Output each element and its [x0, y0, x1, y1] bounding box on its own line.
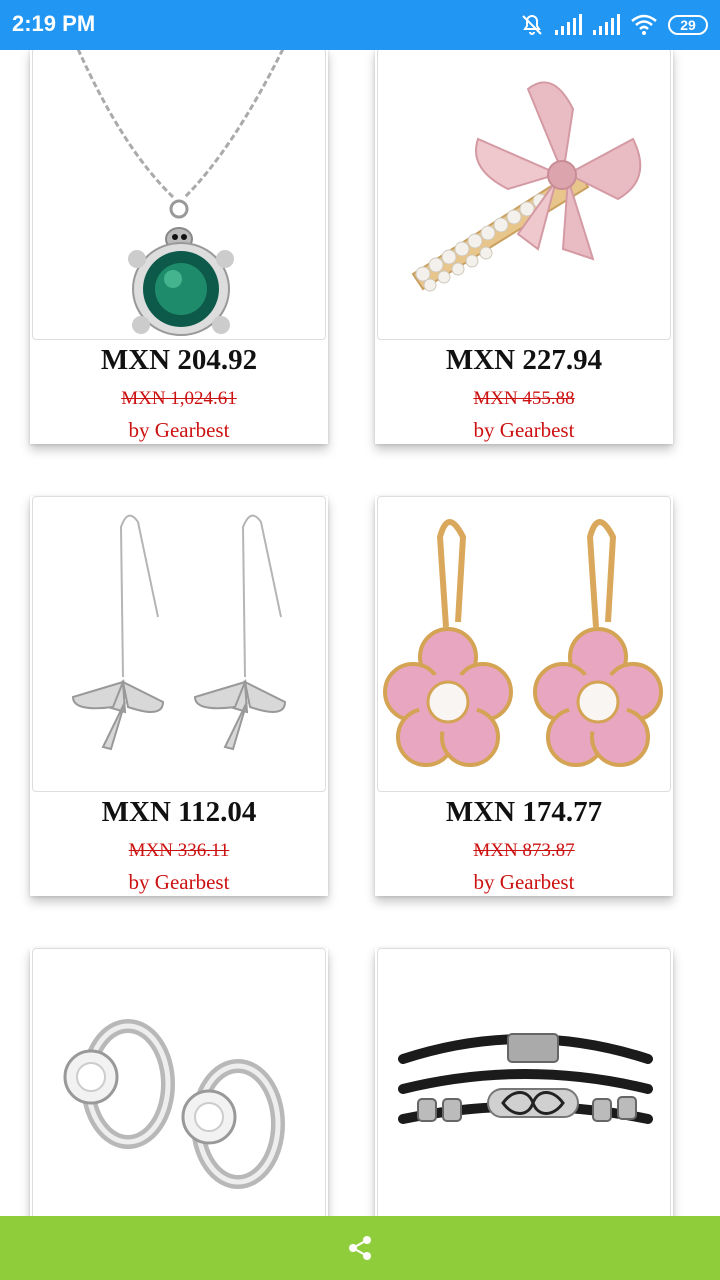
crystal-hoop-earrings-image	[63, 1019, 285, 1189]
bottom-action-bar	[0, 1216, 720, 1280]
product-image[interactable]	[32, 948, 326, 1216]
mute-icon	[522, 14, 542, 35]
battery-level: 29	[680, 17, 696, 33]
product-price: MXN 204.92	[100, 344, 258, 376]
product-card-hair-clip[interactable]: MXN 227.94 MXN 455.88 by Gearbest	[375, 50, 673, 444]
product-seller: by Gearbest	[128, 418, 230, 442]
signal-icon	[555, 14, 582, 35]
product-image[interactable]	[32, 496, 326, 792]
product-grid[interactable]: MXN 204.92 MXN 1,024.61 by Gearbest MXN …	[0, 50, 720, 1216]
product-card-bracelet[interactable]	[375, 948, 673, 1216]
product-seller: by Gearbest	[473, 418, 575, 442]
product-image[interactable]	[32, 50, 326, 340]
product-card-hoop-earrings[interactable]	[30, 948, 328, 1216]
product-price: MXN 112.04	[101, 796, 257, 828]
product-original-price: MXN 873.87	[473, 840, 575, 861]
product-card-flower-earrings[interactable]: MXN 174.77 MXN 873.87 by Gearbest	[375, 496, 673, 896]
product-original-price: MXN 1,024.61	[121, 388, 237, 409]
battery-icon: 29	[668, 15, 708, 35]
share-icon[interactable]	[345, 1233, 375, 1263]
wifi-icon	[631, 14, 657, 35]
product-price: MXN 227.94	[445, 344, 603, 376]
product-card-turtle-necklace[interactable]: MXN 204.92 MXN 1,024.61 by Gearbest	[30, 50, 328, 444]
product-image[interactable]	[377, 496, 671, 792]
status-bar: 2:19 PM 29	[0, 0, 720, 50]
infinity-leather-bracelet-image	[398, 1033, 653, 1124]
product-image[interactable]	[377, 948, 671, 1216]
product-seller: by Gearbest	[473, 870, 575, 894]
turtle-pendant-necklace-image	[76, 50, 285, 336]
pink-flower-pearl-earrings-image	[383, 519, 663, 767]
pearl-bow-hair-clip-image	[411, 81, 642, 292]
product-price: MXN 174.77	[445, 796, 603, 828]
product-card-dragonfly-earrings[interactable]: MXN 112.04 MXN 336.11 by Gearbest	[30, 496, 328, 896]
product-original-price: MXN 455.88	[473, 388, 575, 409]
dragonfly-threader-earrings-image	[71, 514, 287, 751]
status-time: 2:19 PM	[12, 11, 96, 36]
status-icons: 29	[520, 12, 708, 38]
signal-icon	[593, 14, 620, 35]
product-image[interactable]	[377, 50, 671, 340]
product-seller: by Gearbest	[128, 870, 230, 894]
product-original-price: MXN 336.11	[128, 840, 230, 861]
